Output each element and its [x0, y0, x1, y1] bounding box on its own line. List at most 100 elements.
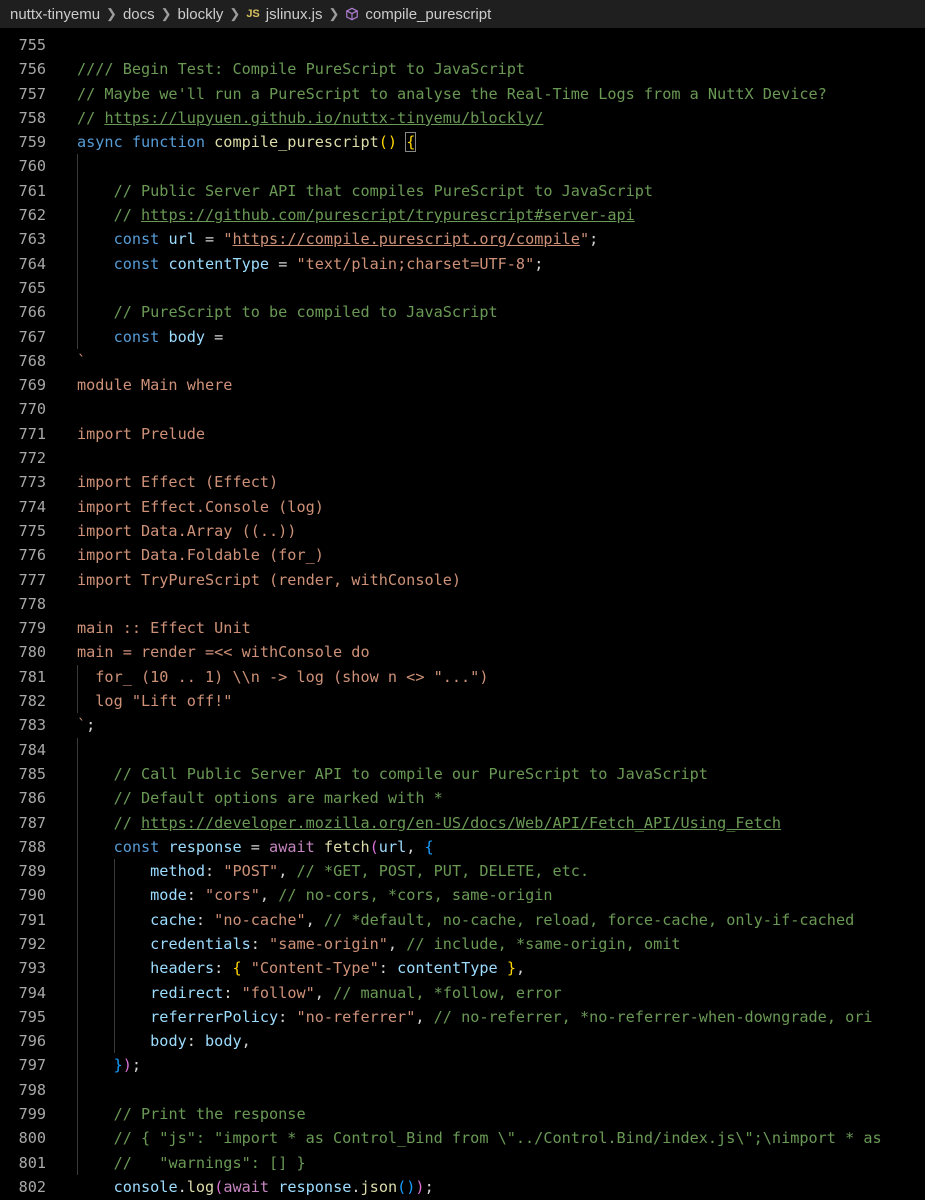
- breadcrumb-folder-blockly[interactable]: blockly: [178, 6, 224, 23]
- code-line[interactable]: 777 import TryPureScript (render, withCon…: [0, 568, 925, 592]
- code-line[interactable]: 790 mode: "cors", // no-cors, *cors, sam…: [0, 883, 925, 908]
- code-token: {: [424, 837, 434, 856]
- code-token: main = render =<< withConsole do: [77, 643, 370, 662]
- code-token: https://github.com/purescript/trypurescr…: [141, 206, 635, 225]
- code-line[interactable]: 770: [0, 397, 925, 421]
- code-text: // PureScript to be compiled to JavaScri…: [46, 300, 498, 325]
- code-line[interactable]: 800 // { "js": "import * as Control_Bind…: [0, 1126, 925, 1151]
- code-token: cache: [150, 910, 196, 929]
- code-token: }: [497, 959, 516, 978]
- code-line[interactable]: 801 // "warnings": [] }: [0, 1150, 925, 1175]
- code-line[interactable]: 776 import Data.Foldable (for_): [0, 543, 925, 567]
- code-editor[interactable]: 755 756 //// Begin Test: Compile PureScrip…: [0, 28, 925, 1200]
- code-text: body: body,: [46, 1029, 251, 1054]
- code-text: import Data.Foldable (for_): [46, 543, 324, 567]
- code-text: main = render =<< withConsole do: [46, 640, 370, 664]
- code-line[interactable]: 775 import Data.Array ((..)): [0, 519, 925, 543]
- indent-guide: [77, 956, 78, 981]
- code-token: import Effect (Effect): [77, 473, 279, 492]
- code-line[interactable]: 784: [0, 737, 925, 762]
- code-token: ,: [415, 1007, 434, 1026]
- code-token: `: [77, 351, 87, 370]
- code-line[interactable]: 767 const body =: [0, 324, 925, 349]
- code-line[interactable]: 799 // Print the response: [0, 1102, 925, 1127]
- code-line[interactable]: 774 import Effect.Console (log): [0, 495, 925, 519]
- code-token: mode: [150, 886, 187, 905]
- code-line[interactable]: 761 // Public Server API that compiles P…: [0, 178, 925, 204]
- code-line[interactable]: 794 redirect: "follow", // manual, *foll…: [0, 980, 925, 1005]
- code-line[interactable]: 782 log "Lift off!": [0, 689, 925, 714]
- code-token: const: [113, 230, 169, 249]
- breadcrumb-symbol[interactable]: compile_purescript: [345, 6, 491, 23]
- breadcrumb: nuttx-tinyemu ❯ docs ❯ blockly ❯ JS jsli…: [0, 0, 925, 28]
- breadcrumb-file[interactable]: JS jslinux.js: [246, 6, 322, 23]
- code-line[interactable]: 793 headers: { "Content-Type": contentTy…: [0, 956, 925, 981]
- code-line[interactable]: 797 });: [0, 1053, 925, 1078]
- code-text: import Prelude: [46, 422, 205, 446]
- code-line[interactable]: 758// https://lupyuen.github.io/nuttx-ti…: [0, 106, 925, 130]
- code-text: const url = "https://compile.purescript.…: [46, 227, 598, 252]
- code-text: //// Begin Test: Compile PureScript to J…: [46, 57, 525, 81]
- code-line[interactable]: 781 for_ (10 .. 1) \\n -> log (show n <>…: [0, 664, 925, 690]
- line-number: 755: [18, 36, 46, 54]
- code-token: import Effect.Console (log): [77, 497, 324, 516]
- code-text: cache: "no-cache", // *default, no-cache…: [46, 907, 854, 932]
- code-line[interactable]: 772: [0, 446, 925, 470]
- indent-guide: [113, 1029, 115, 1054]
- code-line[interactable]: 786 // Default options are marked with *: [0, 786, 925, 811]
- code-token: "no-referrer": [296, 1007, 416, 1026]
- code-line[interactable]: 789 method: "POST", // *GET, POST, PUT, …: [0, 859, 925, 884]
- code-line[interactable]: 791 cache: "no-cache", // *default, no-c…: [0, 907, 925, 932]
- code-line[interactable]: 763 const url = "https://compile.purescr…: [0, 227, 925, 252]
- code-text: // "warnings": [] }: [46, 1150, 306, 1175]
- code-line[interactable]: 778: [0, 592, 925, 616]
- code-token: body: [168, 327, 206, 346]
- code-line[interactable]: 780 main = render =<< withConsole do: [0, 640, 925, 664]
- indent-guide: [77, 786, 78, 811]
- code-token: log: [186, 1177, 215, 1196]
- code-line[interactable]: 766 // PureScript to be compiled to Java…: [0, 300, 925, 325]
- code-token: json: [360, 1177, 398, 1196]
- code-line[interactable]: 760: [0, 154, 925, 179]
- code-line[interactable]: 759 async function compile_purescript() {: [0, 130, 925, 154]
- method-cube-icon: [346, 7, 359, 21]
- code-line[interactable]: 798: [0, 1077, 925, 1103]
- code-line[interactable]: 769 module Main where: [0, 373, 925, 397]
- code-token: .: [177, 1177, 187, 1196]
- code-line[interactable]: 755: [0, 33, 925, 57]
- code-token: const: [113, 327, 169, 346]
- breadcrumb-folder-root[interactable]: nuttx-tinyemu: [10, 6, 100, 23]
- code-text: // https://lupyuen.github.io/nuttx-tinye…: [46, 106, 543, 130]
- code-line[interactable]: 787 // https://developer.mozilla.org/en-…: [0, 810, 925, 835]
- code-text: // Public Server API that compiles PureS…: [46, 178, 653, 204]
- code-line[interactable]: 773 import Effect (Effect): [0, 470, 925, 494]
- code-line[interactable]: 796 body: body,: [0, 1029, 925, 1054]
- code-line[interactable]: 788 const response = await fetch(url, {: [0, 834, 925, 860]
- code-token: // no-cors, *cors, same-origin: [278, 886, 553, 905]
- code-line[interactable]: 783 `;: [0, 713, 925, 737]
- code-line[interactable]: 785 // Call Public Server API to compile…: [0, 761, 925, 787]
- chevron-right-icon: ❯: [229, 6, 241, 21]
- code-token: "same-origin": [269, 934, 388, 953]
- code-line[interactable]: 757 // Maybe we'll run a PureScript to an…: [0, 82, 925, 106]
- code-line[interactable]: 764 const contentType = "text/plain;char…: [0, 251, 925, 276]
- code-line[interactable]: 802 console.log(await response.json());: [0, 1175, 925, 1199]
- code-token: "cors": [205, 886, 260, 905]
- code-line[interactable]: 795 referrerPolicy: "no-referrer", // no…: [0, 1004, 925, 1030]
- code-line[interactable]: 762 // https://github.com/purescript/try…: [0, 203, 925, 228]
- breadcrumb-folder-docs[interactable]: docs: [123, 6, 155, 23]
- code-line[interactable]: 792 credentials: "same-origin", // inclu…: [0, 931, 925, 957]
- code-line[interactable]: 768 `: [0, 349, 925, 373]
- code-line[interactable]: 756 //// Begin Test: Compile PureScript t…: [0, 57, 925, 81]
- code-token: import Data.Foldable (for_): [77, 546, 324, 565]
- code-line[interactable]: 765: [0, 275, 925, 301]
- code-token: fetch: [323, 837, 370, 856]
- code-line[interactable]: 771 import Prelude: [0, 422, 925, 446]
- line-number: 796: [18, 1032, 46, 1051]
- indent-guide: [113, 859, 115, 884]
- line-number: 758: [18, 108, 46, 127]
- code-line[interactable]: 779 main :: Effect Unit: [0, 616, 925, 640]
- code-token: response: [278, 1177, 352, 1196]
